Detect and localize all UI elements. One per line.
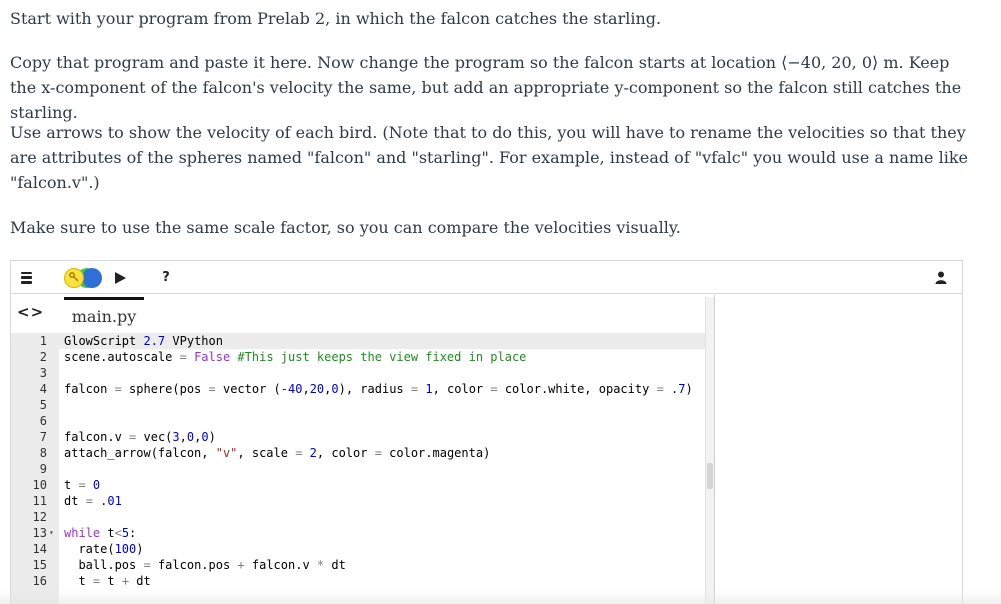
code-line[interactable]: 16 t = t + dt	[11, 573, 705, 589]
code-text: dt = .01	[64, 494, 122, 508]
line-number: 8	[39, 446, 47, 460]
line-number: 11	[32, 494, 47, 508]
line-number: 5	[39, 398, 47, 412]
code-editor-pane[interactable]: <> main.py 1 GlowScript 2.7 VPython 2 scene…	[11, 295, 714, 604]
play-icon	[114, 271, 126, 284]
line-number: 9	[39, 462, 47, 476]
file-tab-main-py[interactable]: main.py	[64, 301, 144, 331]
code-line[interactable]: 7 falcon.v = vec(3,0,0)	[11, 429, 705, 445]
code-text: falcon.v = vec(3,0,0)	[64, 430, 216, 444]
bottom-fade	[0, 590, 1001, 604]
code-nav-icon[interactable]: <>	[17, 303, 44, 321]
code-text: ball.pos = falcon.pos + falcon.v * dt	[64, 558, 346, 572]
glowscript-ide: ? <> main.py 1 GlowScript 2.7 VPython 2 sce…	[10, 260, 963, 604]
code-text: while t<5:	[64, 526, 137, 540]
line-number: 2	[39, 350, 47, 364]
output-pane	[715, 295, 962, 604]
code-line[interactable]: 9	[11, 461, 705, 477]
code-text: falcon = sphere(pos = vector (-40,20,0),…	[64, 382, 693, 396]
line-number: 13	[32, 526, 47, 540]
start-location-vector: ⟨−40, 20, 0⟩	[781, 53, 879, 72]
code-line[interactable]: 15 ball.pos = falcon.pos + falcon.v * dt	[11, 557, 705, 573]
code-line[interactable]: 13 ▾ while t<5:	[11, 525, 705, 541]
code-text: scene.autoscale = False #This just keeps…	[64, 350, 527, 364]
code-line[interactable]: 2 scene.autoscale = False #This just keep…	[11, 349, 705, 365]
glowscript-logo-icon[interactable]	[63, 261, 103, 294]
run-button[interactable]	[111, 261, 129, 294]
help-button[interactable]: ?	[156, 261, 176, 294]
line-number: 3	[39, 366, 47, 380]
user-icon[interactable]	[931, 261, 951, 294]
code-text: GlowScript 2.7 VPython	[64, 334, 223, 348]
line-number: 6	[39, 414, 47, 428]
code-line[interactable]: 3	[11, 365, 705, 381]
scrollbar-thumb[interactable]	[707, 463, 713, 489]
code-line[interactable]: 8 attach_arrow(falcon, "v", scale = 2, co…	[11, 445, 705, 461]
ide-toolbar: ?	[11, 261, 962, 294]
instruction-paragraph-1: Start with your program from Prelab 2, i…	[10, 9, 662, 28]
line-number: 16	[32, 574, 47, 588]
instruction-paragraph-4: Make sure to use the same scale factor, …	[10, 218, 681, 237]
line-number: 15	[32, 558, 47, 572]
instruction-paragraph-2: Copy that program and paste it here. Now…	[10, 50, 980, 125]
hamburger-menu-icon[interactable]	[15, 261, 37, 294]
code-line[interactable]: 6	[11, 413, 705, 429]
line-number: 10	[32, 478, 47, 492]
code-line[interactable]: 11 dt = .01	[11, 493, 705, 509]
line-number: 12	[32, 510, 47, 524]
instruction-paragraph-3: Use arrows to show the velocity of each …	[10, 123, 969, 192]
key-icon	[69, 271, 79, 281]
code-line[interactable]: 1 GlowScript 2.7 VPython	[11, 333, 705, 349]
code-text: t = 0	[64, 478, 101, 492]
code-line[interactable]: 14 rate(100)	[11, 541, 705, 557]
line-number: 1	[39, 334, 47, 348]
fold-arrow-icon[interactable]: ▾	[49, 525, 54, 541]
line-number: 7	[39, 430, 47, 444]
code-line[interactable]: 5	[11, 397, 705, 413]
active-tab-indicator	[64, 297, 144, 300]
instruction-paragraph-2-start: Copy that program and paste it here. Now…	[10, 53, 782, 72]
code-line[interactable]: 12	[11, 509, 705, 525]
line-number: 14	[32, 542, 47, 556]
code-line[interactable]: 4 falcon = sphere(pos = vector (-40,20,0)…	[11, 381, 705, 397]
code-text: t = t + dt	[64, 574, 151, 588]
editor-scrollbar[interactable]	[705, 297, 714, 604]
code-line[interactable]: 10 t = 0	[11, 477, 705, 493]
code-text: attach_arrow(falcon, "v", scale = 2, col…	[64, 446, 491, 460]
line-number: 4	[39, 382, 47, 396]
code-text: rate(100)	[64, 542, 144, 556]
